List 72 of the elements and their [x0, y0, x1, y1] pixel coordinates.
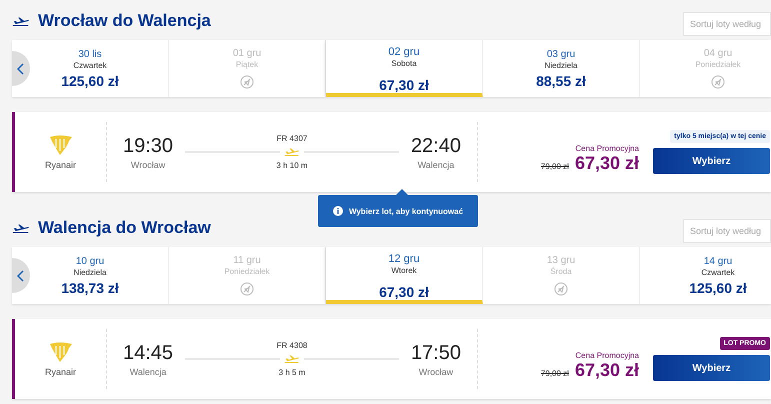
info-icon [332, 206, 343, 216]
departing-plane-icon [12, 16, 30, 26]
date-label: 04 gru [704, 48, 732, 59]
departure-time: 14:45 [123, 342, 174, 364]
select-button[interactable]: Wybierz [653, 148, 770, 174]
day-price: 67,30 zł [379, 284, 429, 300]
no-flight-icon [240, 75, 254, 89]
weekday-label: Sobota [391, 59, 417, 68]
route-title: Wrocław do Walencja [38, 11, 211, 31]
day-price: 88,55 zł [536, 72, 586, 88]
date-label: 13 gru [546, 255, 576, 266]
date-label: 02 gru [388, 46, 420, 58]
airline-name: Ryanair [44, 160, 76, 170]
flight-price: 67,30 zł [574, 360, 639, 381]
select-button[interactable]: Wybierz [653, 355, 770, 381]
day-price: 67,30 zł [379, 77, 429, 93]
weekday-label: Niedziela [74, 268, 106, 276]
no-flight-icon [711, 75, 725, 89]
route-title: Walencja do Wrocław [38, 218, 211, 238]
departure-time: 19:30 [123, 134, 174, 158]
date-tab[interactable]: 03 gru Niedziela 88,55 zł [483, 40, 640, 97]
date-tab[interactable]: 14 gru Czwartek 125,60 zł [640, 247, 771, 304]
price-label: Cena Promocyjna [575, 351, 639, 360]
date-label: 11 gru [233, 255, 261, 266]
date-tab[interactable]: 12 gru Wtorek 67,30 zł [326, 247, 483, 304]
arrival-time: 22:40 [410, 134, 461, 158]
date-label: 30 lis [78, 48, 102, 60]
no-flight-icon [240, 282, 254, 296]
weekday-label: Czwartek [701, 268, 735, 276]
price-label: Cena Promocyjna [575, 144, 639, 153]
date-tab[interactable]: 30 lis Czwartek 125,60 zł [12, 40, 169, 97]
weekday-label: Piątek [236, 60, 258, 69]
date-label: 03 gru [546, 48, 576, 60]
flight-price: 67,30 zł [574, 153, 639, 174]
weekday-label: Środa [550, 267, 572, 276]
weekday-label: Niedziela [544, 60, 578, 70]
old-price: 79,00 zł [540, 369, 569, 378]
date-label: 14 gru [704, 256, 732, 266]
old-price: 79,00 zł [540, 162, 569, 171]
arrival-city: Walencja [418, 160, 454, 170]
plane-icon [284, 354, 300, 364]
airline-name: Ryanair [44, 367, 76, 377]
flight-number: FR 4308 [276, 341, 308, 350]
chevron-left-icon [17, 62, 25, 74]
arrival-time: 17:50 [410, 342, 461, 364]
weekday-label: Poniedziałek [695, 60, 741, 69]
date-tab[interactable]: 10 gru Niedziela 138,73 zł [12, 247, 169, 304]
plane-icon [284, 147, 300, 157]
flight-duration: 3 h 5 m [278, 368, 306, 377]
no-flight-icon [554, 282, 568, 296]
date-label: 12 gru [388, 253, 420, 265]
departure-city: Walencja [130, 366, 166, 376]
flight-duration: 3 h 10 m [276, 160, 308, 170]
harp-logo-icon [48, 341, 74, 363]
departing-plane-icon [12, 222, 30, 234]
chevron-left-icon [17, 270, 25, 282]
weekday-label: Czwartek [73, 60, 107, 70]
day-price: 125,60 zł [689, 280, 747, 296]
weekday-label: Wtorek [391, 266, 417, 275]
departure-city: Wrocław [130, 160, 166, 170]
tooltip-text: Wybierz lot, aby kontynuować [348, 206, 464, 216]
day-price: 125,60 zł [61, 72, 119, 88]
sort-field[interactable]: Sortuj loty według [683, 12, 771, 36]
date-label: 01 gru [232, 48, 262, 59]
sort-field[interactable]: Sortuj loty według [683, 219, 771, 243]
weekday-label: Poniedziałek [224, 267, 270, 276]
arrival-city: Wrocław [418, 366, 454, 376]
date-label: 10 gru [76, 256, 104, 266]
harp-logo-icon [48, 134, 74, 156]
date-tab[interactable]: 02 gru Sobota 67,30 zł [326, 40, 483, 97]
day-price: 138,73 zł [61, 280, 119, 296]
flight-number: FR 4307 [276, 134, 308, 144]
